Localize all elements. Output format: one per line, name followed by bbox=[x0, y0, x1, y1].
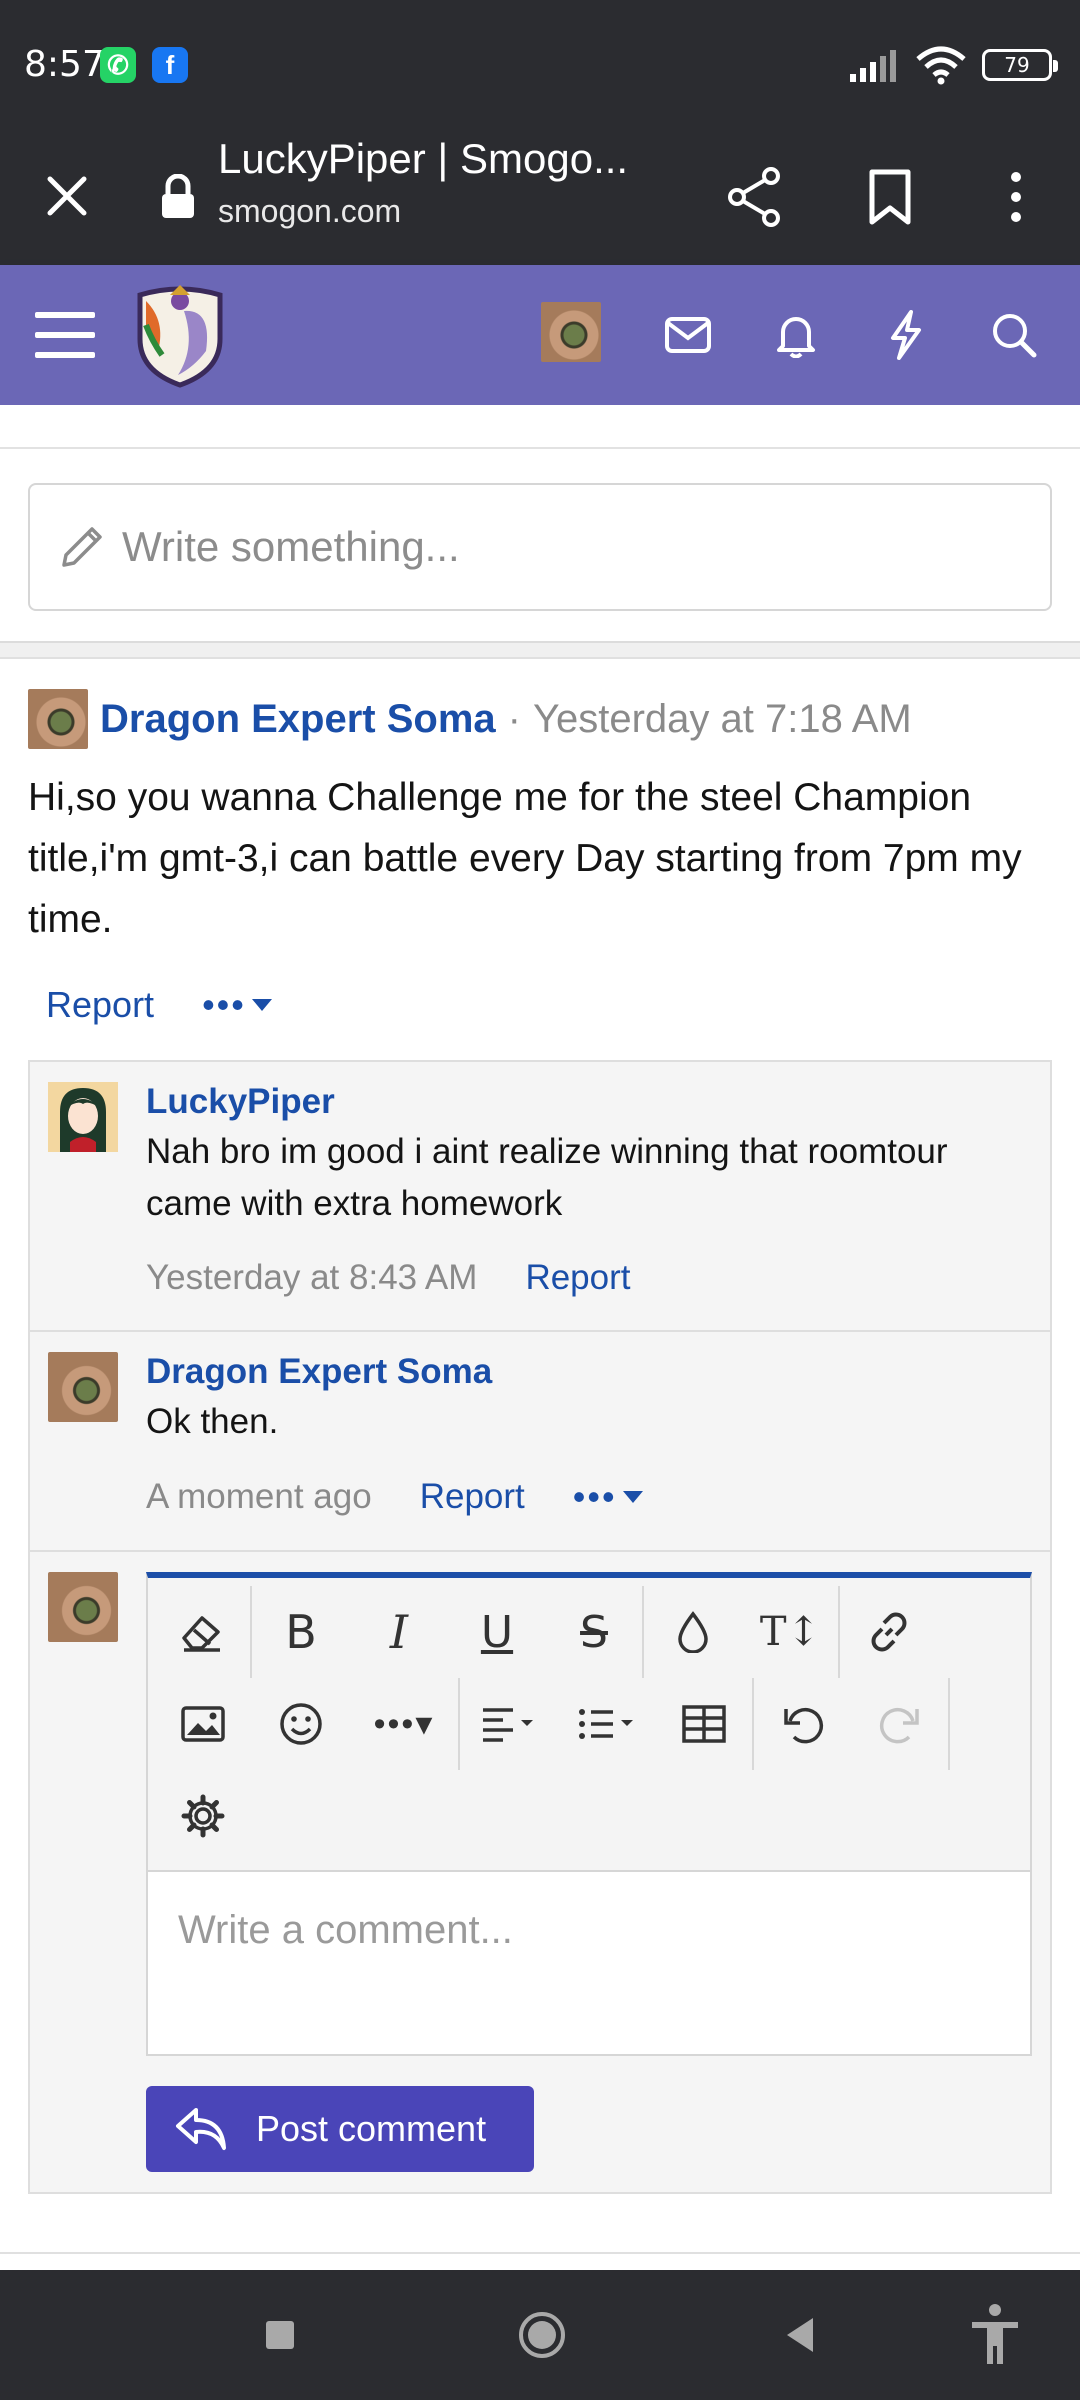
reply-icon bbox=[176, 2108, 226, 2150]
redo-icon bbox=[852, 1678, 950, 1770]
wifi-icon bbox=[916, 46, 966, 85]
post-timestamp[interactable]: Yesterday at 7:18 AM bbox=[533, 697, 912, 742]
mail-icon[interactable] bbox=[656, 303, 720, 367]
comment-avatar-soma[interactable] bbox=[48, 1352, 118, 1422]
comment-avatar-luckypiper[interactable] bbox=[48, 1082, 118, 1152]
comment-report-link[interactable]: Report bbox=[525, 1258, 630, 1298]
comment-item: Dragon Expert Soma Ok then. A moment ago… bbox=[30, 1332, 1050, 1552]
write-something-input[interactable]: Write something... bbox=[28, 483, 1052, 611]
comment-timestamp[interactable]: Yesterday at 8:43 AM bbox=[146, 1258, 477, 1298]
bold-icon[interactable]: B bbox=[252, 1586, 350, 1678]
chevron-down-icon bbox=[251, 999, 272, 1011]
profile-post-area: Write something... Dragon Expert Soma · … bbox=[0, 405, 1080, 2254]
battery-level: 79 bbox=[1004, 53, 1030, 77]
editor-toolbar: B I U S T↕ •••▾ bbox=[148, 1578, 1030, 1870]
status-time: 8:57 bbox=[24, 44, 105, 85]
profile-post: Dragon Expert Soma · Yesterday at 7:18 A… bbox=[0, 659, 1080, 1060]
reply-avatar bbox=[48, 1572, 118, 1642]
page-title[interactable]: LuckyPiper | Smogo... bbox=[218, 135, 658, 183]
signal-icon bbox=[850, 50, 896, 82]
user-avatar[interactable] bbox=[541, 302, 601, 362]
comment-author[interactable]: Dragon Expert Soma bbox=[146, 1352, 1030, 1392]
lightning-icon[interactable] bbox=[874, 303, 938, 367]
text-color-icon[interactable] bbox=[644, 1586, 742, 1678]
menu-icon[interactable] bbox=[30, 305, 100, 365]
home-icon[interactable] bbox=[510, 2303, 574, 2367]
chevron-down-icon bbox=[622, 1491, 643, 1503]
whatsapp-notification-icon: ✆ bbox=[100, 47, 136, 83]
comment-report-link[interactable]: Report bbox=[420, 1477, 525, 1517]
undo-icon[interactable] bbox=[754, 1678, 852, 1770]
back-icon[interactable] bbox=[770, 2305, 830, 2365]
italic-icon[interactable]: I bbox=[350, 1586, 448, 1678]
post-more-dots: ••• bbox=[202, 984, 246, 1025]
rich-text-editor: B I U S T↕ •••▾ Write a comment... bbox=[146, 1572, 1032, 2056]
post-comment-button[interactable]: Post comment bbox=[146, 2086, 534, 2172]
comment-input-placeholder: Write a comment... bbox=[178, 1908, 513, 1952]
post-report-link[interactable]: Report bbox=[46, 984, 154, 1026]
post-separator: · bbox=[507, 696, 521, 741]
table-icon[interactable] bbox=[656, 1678, 754, 1770]
comment-author[interactable]: LuckyPiper bbox=[146, 1082, 1030, 1122]
post-comment-label: Post comment bbox=[256, 2108, 487, 2149]
comment-text: Nah bro im good i aint realize winning t… bbox=[146, 1132, 948, 1223]
image-icon[interactable] bbox=[154, 1678, 252, 1770]
share-icon[interactable] bbox=[718, 161, 790, 233]
post-body: Hi,so you wanna Challenge me for the ste… bbox=[28, 776, 1022, 941]
post-author[interactable]: Dragon Expert Soma bbox=[100, 697, 496, 742]
write-something-placeholder: Write something... bbox=[122, 523, 460, 570]
battery-icon: 79 bbox=[982, 49, 1058, 81]
more-formatting-icon[interactable]: •••▾ bbox=[350, 1678, 460, 1770]
android-nav-bar bbox=[0, 2270, 1080, 2400]
status-bar: 8:57 ✆ f 79 bbox=[0, 0, 1080, 125]
pencil-icon bbox=[62, 527, 102, 567]
comment-more-menu[interactable]: ••• bbox=[573, 1476, 643, 1518]
post-author-avatar[interactable] bbox=[28, 689, 88, 749]
comment-timestamp[interactable]: A moment ago bbox=[146, 1477, 372, 1517]
strikethrough-icon[interactable]: S bbox=[546, 1586, 644, 1678]
lock-icon bbox=[156, 165, 200, 229]
post-more-menu[interactable]: ••• bbox=[202, 984, 272, 1026]
underline-icon[interactable]: U bbox=[448, 1586, 546, 1678]
facebook-notification-icon: f bbox=[152, 47, 188, 83]
font-size-icon[interactable]: T↕ bbox=[742, 1586, 840, 1678]
reply-form: B I U S T↕ •••▾ Write a comment... Post … bbox=[30, 1552, 1050, 2192]
comment-list: LuckyPiper Nah bro im good i aint realiz… bbox=[28, 1060, 1052, 2194]
smogon-logo[interactable] bbox=[130, 279, 230, 391]
eraser-icon[interactable] bbox=[154, 1586, 252, 1678]
link-icon[interactable] bbox=[840, 1586, 938, 1678]
page-domain[interactable]: smogon.com bbox=[218, 193, 401, 230]
accessibility-icon[interactable] bbox=[962, 2298, 1028, 2372]
comment-item: LuckyPiper Nah bro im good i aint realiz… bbox=[30, 1062, 1050, 1332]
more-options-icon[interactable] bbox=[980, 161, 1052, 233]
bookmark-icon[interactable] bbox=[854, 161, 926, 233]
site-header bbox=[0, 265, 1080, 405]
comment-text: Ok then. bbox=[146, 1402, 279, 1441]
settings-gear-icon[interactable] bbox=[154, 1770, 252, 1862]
browser-toolbar: LuckyPiper | Smogo... smogon.com bbox=[0, 125, 1080, 265]
comment-more-dots: ••• bbox=[572, 1476, 617, 1517]
comment-input[interactable]: Write a comment... bbox=[148, 1870, 1030, 2054]
search-icon[interactable] bbox=[982, 303, 1046, 367]
list-icon[interactable] bbox=[558, 1678, 656, 1770]
bell-icon[interactable] bbox=[764, 303, 828, 367]
recent-apps-icon[interactable] bbox=[250, 2305, 310, 2365]
close-tab-icon[interactable] bbox=[34, 163, 100, 229]
align-icon[interactable] bbox=[460, 1678, 558, 1770]
emoji-icon[interactable] bbox=[252, 1678, 350, 1770]
